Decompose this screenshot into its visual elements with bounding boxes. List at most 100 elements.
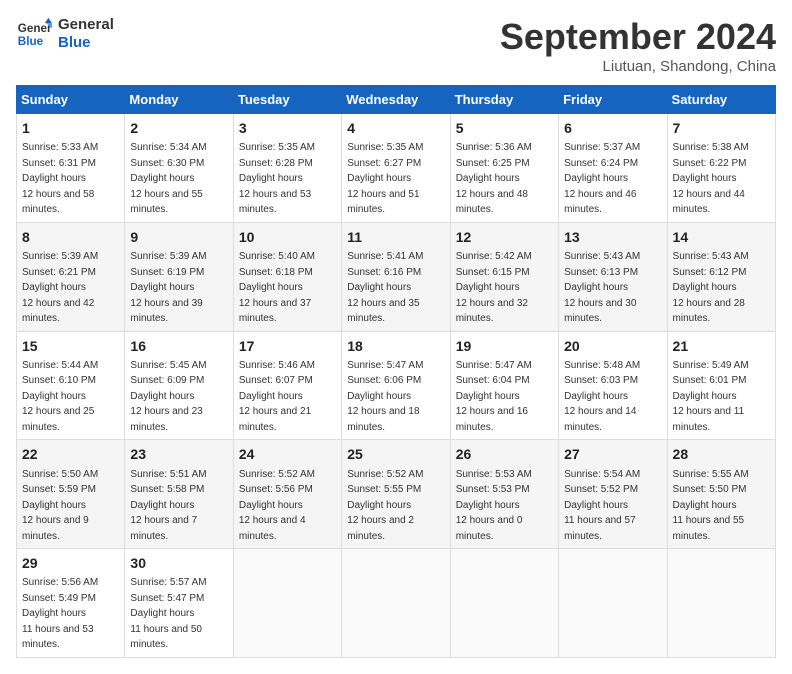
calendar-cell: 29 Sunrise: 5:56 AMSunset: 5:49 PMDayligh… [17, 549, 125, 658]
day-number: 24 [239, 444, 336, 464]
day-number: 25 [347, 444, 444, 464]
calendar-week-1: 1Sunrise: 5:33 AMSunset: 6:31 PMDaylight… [17, 114, 776, 223]
header-thursday: Thursday [450, 86, 558, 114]
day-detail: Sunrise: 5:45 AMSunset: 6:09 PMDaylight … [130, 360, 206, 433]
day-number: 6 [564, 118, 661, 138]
day-detail: Sunrise: 5:55 AMSunset: 5:50 PMDaylight … [673, 469, 749, 542]
day-detail: Sunrise: 5:41 AMSunset: 6:16 PMDaylight … [347, 251, 423, 324]
day-number: 11 [347, 227, 444, 247]
calendar-cell: 24 Sunrise: 5:52 AMSunset: 5:56 PMDayligh… [233, 440, 341, 549]
calendar-cell [450, 549, 558, 658]
day-detail: Sunrise: 5:49 AMSunset: 6:01 PMDaylight … [673, 360, 749, 433]
day-number: 15 [22, 336, 119, 356]
day-detail: Sunrise: 5:46 AMSunset: 6:07 PMDaylight … [239, 360, 315, 433]
svg-text:General: General [18, 22, 52, 35]
calendar-cell: 28 Sunrise: 5:55 AMSunset: 5:50 PMDayligh… [667, 440, 775, 549]
calendar-cell: 7 Sunrise: 5:38 AMSunset: 6:22 PMDaylight… [667, 114, 775, 223]
day-detail: Sunrise: 5:42 AMSunset: 6:15 PMDaylight … [456, 251, 532, 324]
header-sunday: Sunday [17, 86, 125, 114]
day-detail: Sunrise: 5:50 AMSunset: 5:59 PMDaylight … [22, 469, 98, 542]
day-number: 21 [673, 336, 770, 356]
day-number: 2 [130, 118, 227, 138]
calendar-cell: 11 Sunrise: 5:41 AMSunset: 6:16 PMDayligh… [342, 222, 450, 331]
calendar-cell: 1Sunrise: 5:33 AMSunset: 6:31 PMDaylight… [17, 114, 125, 223]
calendar-week-4: 22 Sunrise: 5:50 AMSunset: 5:59 PMDayligh… [17, 440, 776, 549]
calendar-cell: 22 Sunrise: 5:50 AMSunset: 5:59 PMDayligh… [17, 440, 125, 549]
day-number: 28 [673, 444, 770, 464]
header-friday: Friday [559, 86, 667, 114]
calendar-table: Sunday Monday Tuesday Wednesday Thursday… [16, 85, 776, 658]
day-number: 7 [673, 118, 770, 138]
calendar-cell: 5 Sunrise: 5:36 AMSunset: 6:25 PMDaylight… [450, 114, 558, 223]
calendar-cell: 18Sunrise: 5:47 AMSunset: 6:06 PMDayligh… [342, 331, 450, 440]
day-detail: Sunrise: 5:52 AMSunset: 5:56 PMDaylight … [239, 469, 315, 542]
calendar-cell: 23 Sunrise: 5:51 AMSunset: 5:58 PMDayligh… [125, 440, 233, 549]
day-detail: Sunrise: 5:33 AMSunset: 6:31 PMDaylight … [22, 142, 98, 215]
day-number: 30 [130, 553, 227, 573]
calendar-cell: 16 Sunrise: 5:45 AMSunset: 6:09 PMDayligh… [125, 331, 233, 440]
calendar-cell: 3Sunrise: 5:35 AMSunset: 6:28 PMDaylight… [233, 114, 341, 223]
calendar-cell: 8Sunrise: 5:39 AMSunset: 6:21 PMDaylight… [17, 222, 125, 331]
day-number: 8 [22, 227, 119, 247]
header-tuesday: Tuesday [233, 86, 341, 114]
logo-general: General [58, 16, 114, 34]
day-number: 5 [456, 118, 553, 138]
calendar-header: Sunday Monday Tuesday Wednesday Thursday… [17, 86, 776, 114]
day-number: 4 [347, 118, 444, 138]
calendar-cell: 2 Sunrise: 5:34 AMSunset: 6:30 PMDaylight… [125, 114, 233, 223]
logo: General Blue General Blue [16, 16, 114, 52]
month-title: September 2024 [500, 16, 776, 58]
calendar-cell: 25 Sunrise: 5:52 AMSunset: 5:55 PMDayligh… [342, 440, 450, 549]
day-number: 27 [564, 444, 661, 464]
calendar-cell: 19Sunrise: 5:47 AMSunset: 6:04 PMDayligh… [450, 331, 558, 440]
calendar-cell: 15Sunrise: 5:44 AMSunset: 6:10 PMDayligh… [17, 331, 125, 440]
calendar-cell: 14 Sunrise: 5:43 AMSunset: 6:12 PMDayligh… [667, 222, 775, 331]
day-detail: Sunrise: 5:39 AMSunset: 6:19 PMDaylight … [130, 251, 206, 324]
day-detail: Sunrise: 5:36 AMSunset: 6:25 PMDaylight … [456, 142, 532, 215]
day-number: 12 [456, 227, 553, 247]
day-detail: Sunrise: 5:47 AMSunset: 6:04 PMDaylight … [456, 360, 532, 433]
calendar-cell: 6 Sunrise: 5:37 AMSunset: 6:24 PMDaylight… [559, 114, 667, 223]
calendar-cell [559, 549, 667, 658]
day-number: 26 [456, 444, 553, 464]
calendar-cell [667, 549, 775, 658]
day-number: 13 [564, 227, 661, 247]
day-detail: Sunrise: 5:57 AMSunset: 5:47 PMDaylight … [130, 577, 206, 650]
calendar-cell [342, 549, 450, 658]
calendar-week-3: 15Sunrise: 5:44 AMSunset: 6:10 PMDayligh… [17, 331, 776, 440]
day-detail: Sunrise: 5:37 AMSunset: 6:24 PMDaylight … [564, 142, 640, 215]
day-detail: Sunrise: 5:43 AMSunset: 6:12 PMDaylight … [673, 251, 749, 324]
day-number: 17 [239, 336, 336, 356]
day-detail: Sunrise: 5:52 AMSunset: 5:55 PMDaylight … [347, 469, 423, 542]
calendar-cell: 27 Sunrise: 5:54 AMSunset: 5:52 PMDayligh… [559, 440, 667, 549]
calendar-cell: 10Sunrise: 5:40 AMSunset: 6:18 PMDayligh… [233, 222, 341, 331]
day-detail: Sunrise: 5:53 AMSunset: 5:53 PMDaylight … [456, 469, 532, 542]
header-monday: Monday [125, 86, 233, 114]
day-number: 29 [22, 553, 119, 573]
day-detail: Sunrise: 5:34 AMSunset: 6:30 PMDaylight … [130, 142, 206, 215]
day-number: 23 [130, 444, 227, 464]
calendar-cell: 20Sunrise: 5:48 AMSunset: 6:03 PMDayligh… [559, 331, 667, 440]
day-detail: Sunrise: 5:38 AMSunset: 6:22 PMDaylight … [673, 142, 749, 215]
day-detail: Sunrise: 5:40 AMSunset: 6:18 PMDaylight … [239, 251, 315, 324]
header-saturday: Saturday [667, 86, 775, 114]
day-detail: Sunrise: 5:56 AMSunset: 5:49 PMDaylight … [22, 577, 98, 650]
day-number: 3 [239, 118, 336, 138]
page-header: General Blue General Blue September 2024… [16, 16, 776, 75]
day-number: 22 [22, 444, 119, 464]
day-number: 16 [130, 336, 227, 356]
day-number: 9 [130, 227, 227, 247]
calendar-week-2: 8Sunrise: 5:39 AMSunset: 6:21 PMDaylight… [17, 222, 776, 331]
location-subtitle: Liutuan, Shandong, China [500, 58, 776, 75]
day-detail: Sunrise: 5:54 AMSunset: 5:52 PMDaylight … [564, 469, 640, 542]
calendar-cell: 26 Sunrise: 5:53 AMSunset: 5:53 PMDayligh… [450, 440, 558, 549]
day-detail: Sunrise: 5:51 AMSunset: 5:58 PMDaylight … [130, 469, 206, 542]
logo-icon: General Blue [16, 16, 52, 52]
calendar-body: 1Sunrise: 5:33 AMSunset: 6:31 PMDaylight… [17, 114, 776, 658]
title-area: September 2024 Liutuan, Shandong, China [500, 16, 776, 75]
calendar-cell: 4Sunrise: 5:35 AMSunset: 6:27 PMDaylight… [342, 114, 450, 223]
svg-text:Blue: Blue [18, 35, 44, 48]
calendar-week-5: 29 Sunrise: 5:56 AMSunset: 5:49 PMDayligh… [17, 549, 776, 658]
calendar-cell: 30 Sunrise: 5:57 AMSunset: 5:47 PMDayligh… [125, 549, 233, 658]
day-number: 14 [673, 227, 770, 247]
